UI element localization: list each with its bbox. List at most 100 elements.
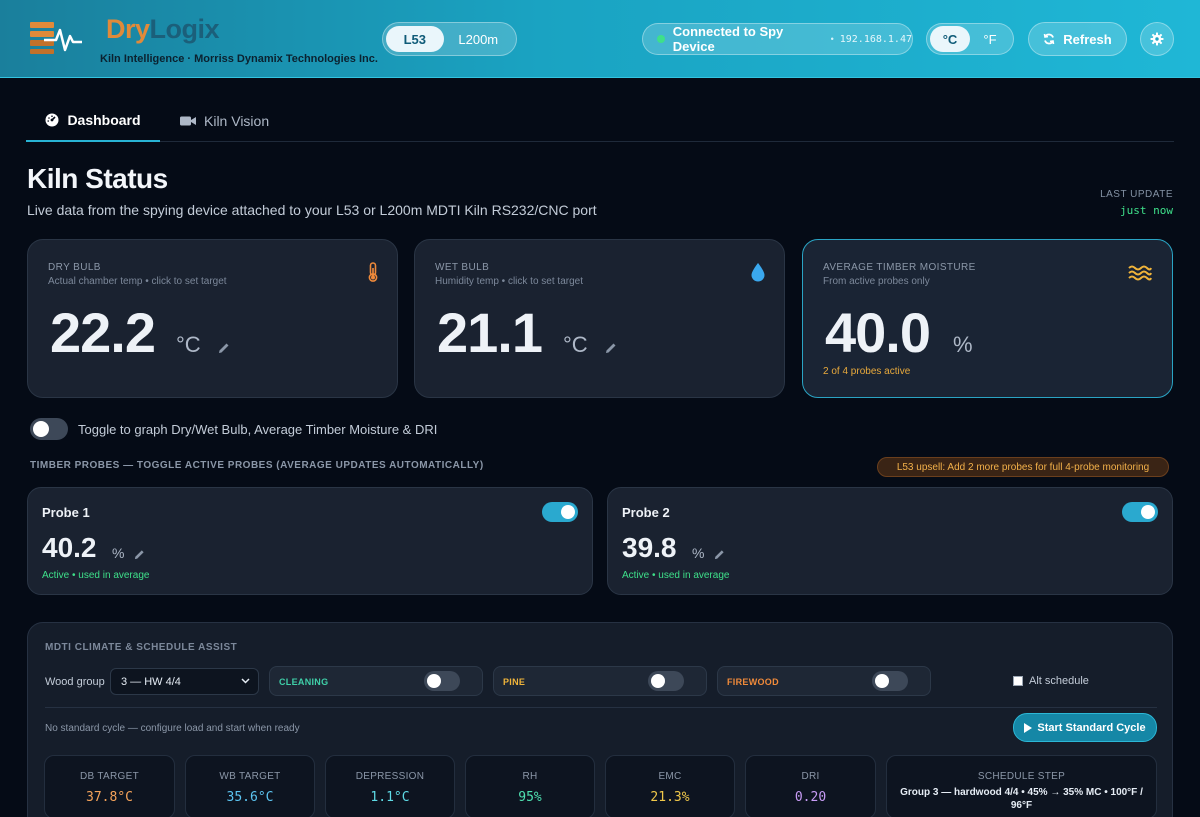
water-drop-icon [751, 263, 765, 282]
model-l53-button[interactable]: L53 [386, 26, 444, 52]
model-l200m-button[interactable]: L200m [444, 26, 513, 52]
wet-bulb-hint: Humidity temp • click to set target [435, 276, 583, 287]
metric-emc: EMC 21.3% [605, 755, 735, 817]
metric-db-target: DB TARGET 37.8°C [44, 755, 175, 817]
probe-unit: % [112, 545, 125, 561]
moisture-unit: % [953, 332, 973, 357]
pine-mode: PINE [493, 666, 707, 696]
probe-2-toggle[interactable] [1122, 502, 1158, 522]
cleaning-toggle[interactable] [424, 671, 460, 691]
unit-celsius-button[interactable]: °C [930, 26, 970, 52]
probe-name: Probe 2 [622, 505, 670, 520]
metric-name: DB TARGET [79, 771, 139, 782]
connection-ip: 192.168.1.47 [839, 33, 912, 45]
metric-name: DRI [801, 771, 820, 782]
wood-group-label: Wood group [45, 676, 105, 688]
settings-button[interactable] [1140, 22, 1174, 56]
wood-group-select[interactable]: 3 — HW 4/4 [110, 668, 259, 695]
firewood-mode: FIREWOOD [717, 666, 931, 696]
moisture-label: AVERAGE TIMBER MOISTURE [823, 262, 976, 273]
probe-unit: % [692, 545, 705, 561]
brand-logix: Logix [149, 14, 220, 44]
graph-toggle-row: Toggle to graph Dry/Wet Bulb, Average Ti… [30, 418, 437, 440]
wood-group-value: 3 — HW 4/4 [121, 675, 181, 688]
kiln-logo-icon [30, 22, 82, 54]
status-dot-icon [657, 35, 665, 43]
page-subtitle: Live data from the spying device attache… [27, 202, 597, 218]
moisture-hint: From active probes only [823, 276, 930, 287]
dry-bulb-unit: °C [176, 332, 201, 357]
no-cycle-text: No standard cycle — configure load and s… [45, 723, 300, 734]
probes-heading: TIMBER PROBES — TOGGLE ACTIVE PROBES (AV… [30, 460, 484, 471]
probe-status: Active • used in average [622, 570, 730, 581]
wet-bulb-label: WET BULB [435, 262, 490, 273]
metric-value: 35.6°C [226, 790, 274, 805]
metric-name: SCHEDULE STEP [977, 771, 1066, 782]
metric-value: 95% [518, 790, 542, 805]
unit-fahrenheit-button[interactable]: °F [970, 26, 1010, 52]
edit-pencil-icon[interactable] [605, 342, 617, 354]
metric-name: RH [522, 771, 538, 782]
main-tabs: Dashboard Kiln Vision [26, 100, 1174, 142]
cleaning-mode: CLEANING [269, 666, 483, 696]
schedule-assist-panel: MDTI CLIMATE & SCHEDULE ASSIST Wood grou… [27, 622, 1173, 817]
probes-active-count: 2 of 4 probes active [823, 366, 911, 377]
tab-kiln-vision[interactable]: Kiln Vision [180, 100, 269, 142]
start-cycle-label: Start Standard Cycle [1037, 721, 1146, 734]
edit-pencil-icon[interactable] [218, 342, 230, 354]
wet-bulb-card[interactable]: WET BULB Humidity temp • click to set ta… [414, 239, 785, 398]
gear-icon [1150, 32, 1164, 46]
last-update-value: just now [1120, 204, 1173, 217]
metric-value: 37.8°C [86, 790, 133, 805]
metric-value: 21.3% [650, 790, 690, 805]
metric-name: WB TARGET [219, 771, 281, 782]
metric-wb-target: WB TARGET 35.6°C [185, 755, 315, 817]
refresh-label: Refresh [1063, 31, 1112, 47]
graph-toggle-switch[interactable] [30, 418, 68, 440]
dry-bulb-label: DRY BULB [48, 262, 101, 273]
page-title: Kiln Status [27, 163, 168, 194]
refresh-icon [1043, 33, 1055, 45]
thermometer-icon [368, 262, 378, 282]
wet-bulb-value: 21.1 [437, 301, 543, 364]
metric-value: 1.1°C [370, 790, 410, 805]
probe-status: Active • used in average [42, 570, 150, 581]
probe-name: Probe 1 [42, 505, 90, 520]
timber-moisture-card: AVERAGE TIMBER MOISTURE From active prob… [802, 239, 1173, 398]
last-update-label: LAST UPDATE [1100, 189, 1173, 200]
probe-1-toggle[interactable] [542, 502, 578, 522]
switch-knob [427, 674, 441, 688]
firewood-label: FIREWOOD [727, 677, 779, 687]
edit-pencil-icon[interactable] [134, 549, 145, 560]
brand-dry: Dry [106, 14, 150, 44]
edit-pencil-icon[interactable] [714, 549, 725, 560]
refresh-button[interactable]: Refresh [1028, 22, 1127, 56]
tab-dashboard[interactable]: Dashboard [26, 100, 160, 142]
start-standard-cycle-button[interactable]: Start Standard Cycle [1013, 713, 1157, 742]
dry-bulb-card[interactable]: DRY BULB Actual chamber temp • click to … [27, 239, 398, 398]
probe-value: 39.8 [622, 532, 677, 563]
pine-toggle[interactable] [648, 671, 684, 691]
firewood-toggle[interactable] [872, 671, 908, 691]
video-camera-icon [180, 116, 196, 126]
gauge-icon [45, 113, 59, 127]
metric-rh: RH 95% [465, 755, 595, 817]
upsell-badge[interactable]: L53 upsell: Add 2 more probes for full 4… [877, 457, 1169, 477]
connection-separator: • [830, 34, 834, 44]
alt-schedule-checkbox[interactable] [1013, 676, 1023, 686]
tab-kiln-vision-label: Kiln Vision [204, 113, 270, 129]
switch-knob [651, 674, 665, 688]
schedule-title: MDTI CLIMATE & SCHEDULE ASSIST [45, 642, 238, 653]
probe-value: 40.2 [42, 532, 97, 563]
chevron-down-icon [241, 678, 250, 684]
connection-text: Connected to Spy Device [672, 24, 784, 54]
probe-card: Probe 1 40.2 % Active • used in average [27, 487, 593, 595]
graph-toggle-label: Toggle to graph Dry/Wet Bulb, Average Ti… [78, 421, 438, 437]
unit-switch: °C °F [926, 23, 1014, 55]
model-switch: L53 L200m [382, 22, 517, 56]
alt-schedule: Alt schedule [1013, 675, 1089, 687]
switch-knob [875, 674, 889, 688]
alt-schedule-label: Alt schedule [1029, 675, 1089, 687]
switch-knob [561, 505, 575, 519]
tab-dashboard-label: Dashboard [67, 112, 141, 128]
